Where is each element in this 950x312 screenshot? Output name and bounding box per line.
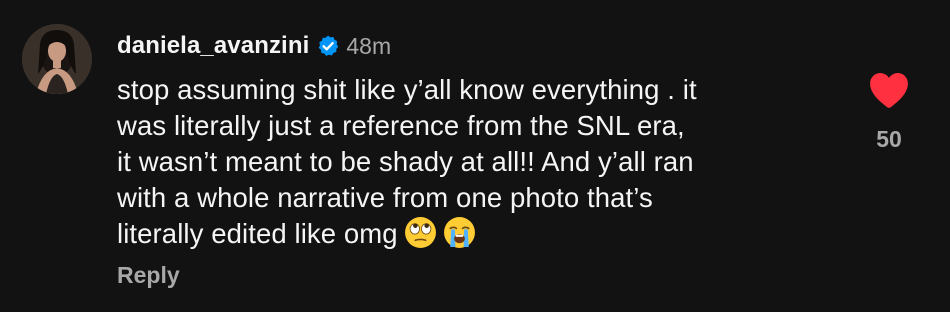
eye-roll-emoji-icon: [404, 216, 437, 249]
comment-text-line: stop assuming shit like y’all know every…: [117, 74, 697, 105]
like-count: 50: [876, 126, 902, 152]
like-button[interactable]: [868, 70, 910, 110]
comment-text-line: with a whole narrative from one photo th…: [117, 182, 653, 213]
comment-text-line-last: literally edited like omg: [117, 216, 837, 252]
heart-icon: [870, 73, 908, 108]
reply-button[interactable]: Reply: [117, 262, 180, 289]
comment-text-line: literally edited like omg: [117, 218, 398, 249]
comment: daniela_avanzini 48m stop assuming shit …: [0, 0, 950, 312]
loudly-crying-emoji-icon: [443, 216, 476, 249]
comment-text: stop assuming shit like y’all know every…: [117, 72, 837, 252]
avatar-image: [22, 24, 92, 94]
avatar[interactable]: [22, 24, 92, 94]
comment-text-line: was literally just a reference from the …: [117, 110, 685, 141]
comment-timestamp: 48m: [346, 32, 392, 59]
username-link[interactable]: daniela_avanzini: [117, 32, 309, 60]
comment-header: daniela_avanzini 48m: [117, 30, 391, 62]
comment-text-line: it wasn’t meant to be shady at all!! And…: [117, 146, 694, 177]
verified-badge-icon: [316, 34, 340, 58]
